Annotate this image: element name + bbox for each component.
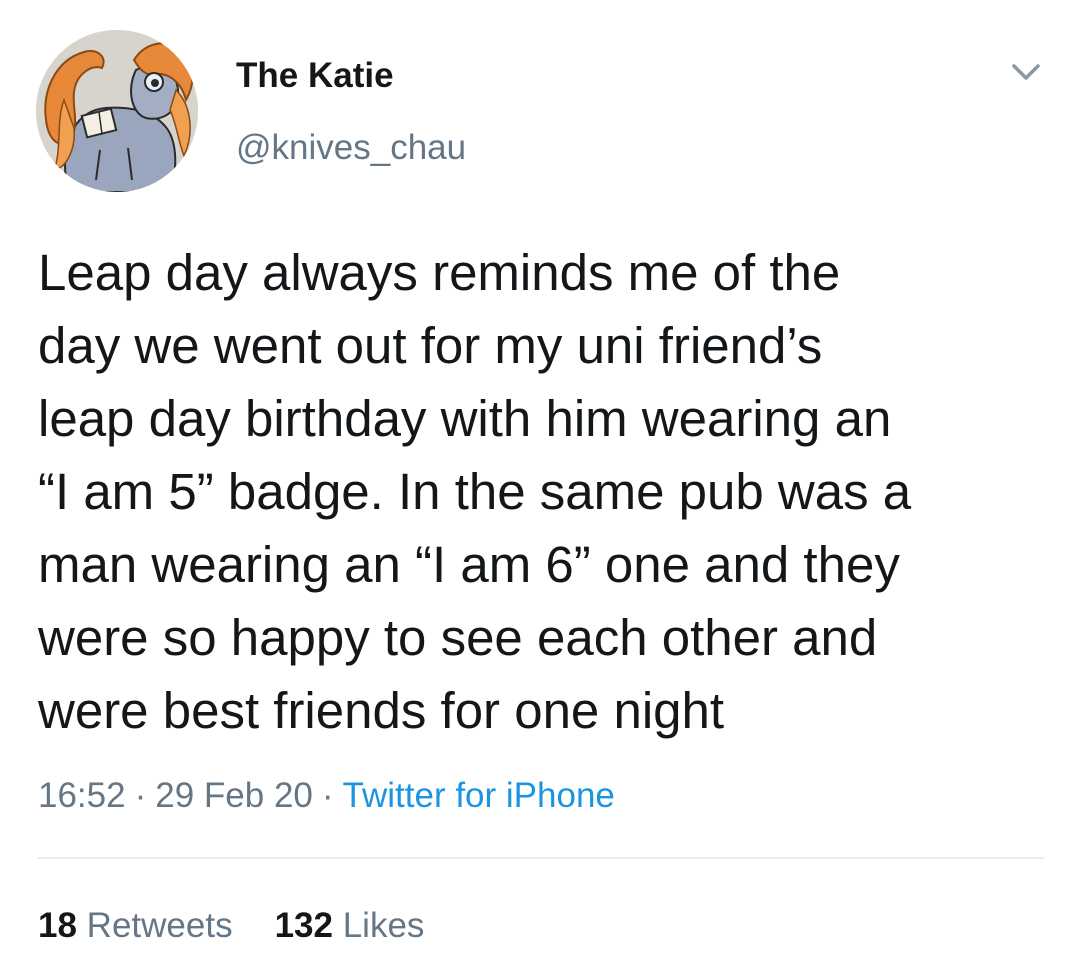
likes-count: 132 bbox=[274, 906, 333, 945]
tweet-text-line: Leap day always reminds me of the bbox=[38, 244, 841, 301]
tweet-date[interactable]: 29 Feb 20 bbox=[155, 776, 313, 815]
likes-label: Likes bbox=[342, 906, 425, 945]
chevron-down-icon bbox=[1012, 64, 1040, 80]
display-name[interactable]: The Katie bbox=[236, 56, 394, 96]
tweet-text-line: day we went out for my uni friend’s bbox=[38, 317, 823, 374]
tweet-text: Leap day always reminds me of the day we… bbox=[38, 236, 1048, 747]
tweet-text-line: leap day birthday with him wearing an bbox=[38, 390, 892, 447]
tweet-text-line: were so happy to see each other and bbox=[38, 609, 878, 666]
divider bbox=[38, 857, 1044, 859]
meta-separator: · bbox=[134, 776, 147, 815]
tweet-text-line: were best friends for one night bbox=[38, 682, 725, 739]
meta-separator: · bbox=[321, 776, 334, 815]
retweets-stat[interactable]: 18 Retweets bbox=[38, 904, 233, 948]
tweet-source-link[interactable]: Twitter for iPhone bbox=[343, 776, 615, 815]
tweet-menu-button[interactable] bbox=[1006, 56, 1046, 88]
tweet-time[interactable]: 16:52 bbox=[38, 776, 126, 815]
pony-avatar-icon bbox=[36, 30, 198, 192]
retweets-count: 18 bbox=[38, 906, 77, 945]
tweet-card: The Katie @knives_chau Leap day always r… bbox=[0, 0, 1080, 974]
tweet-text-line: man wearing an “I am 6” one and they bbox=[38, 536, 900, 593]
tweet-text-line: “I am 5” badge. In the same pub was a bbox=[38, 463, 912, 520]
retweets-label: Retweets bbox=[86, 906, 233, 945]
avatar[interactable] bbox=[36, 30, 198, 192]
likes-stat[interactable]: 132 Likes bbox=[275, 904, 425, 948]
tweet-stats: 18 Retweets 132 Likes bbox=[38, 904, 424, 948]
tweet-metadata: 16:52 · 29 Feb 20 · Twitter for iPhone bbox=[38, 774, 615, 818]
user-handle[interactable]: @knives_chau bbox=[236, 128, 466, 168]
